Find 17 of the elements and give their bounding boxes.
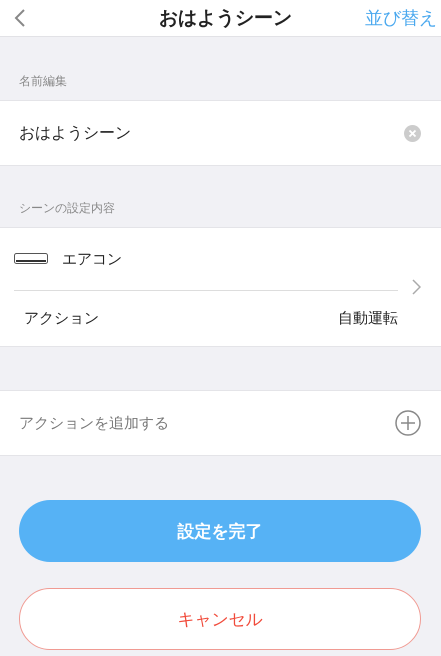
- section-header: 名前編集: [18, 73, 68, 90]
- screen-title: おはようシーン: [159, 6, 292, 31]
- action-value: 自動運転: [338, 309, 398, 328]
- add-icon[interactable]: [395, 410, 421, 436]
- back-icon[interactable]: [14, 8, 26, 28]
- name-field[interactable]: おはようシーン: [19, 124, 319, 142]
- add-action-label: アクションを追加する: [19, 414, 169, 432]
- complete-button[interactable]: 設定を完了: [19, 500, 421, 562]
- add-action-row[interactable]: アクションを追加する: [0, 390, 441, 456]
- section-header: シーンの設定内容: [18, 200, 116, 217]
- device-name: エアコン: [62, 250, 122, 268]
- action-label: アクション: [24, 309, 99, 328]
- sort-button[interactable]: 並び替え: [365, 6, 437, 30]
- device-card[interactable]: エアコン アクション 自動運転: [0, 227, 441, 347]
- chevron-icon: [412, 279, 421, 295]
- air-conditioner-icon: [14, 253, 48, 265]
- cancel-button[interactable]: キャンセル: [19, 588, 421, 650]
